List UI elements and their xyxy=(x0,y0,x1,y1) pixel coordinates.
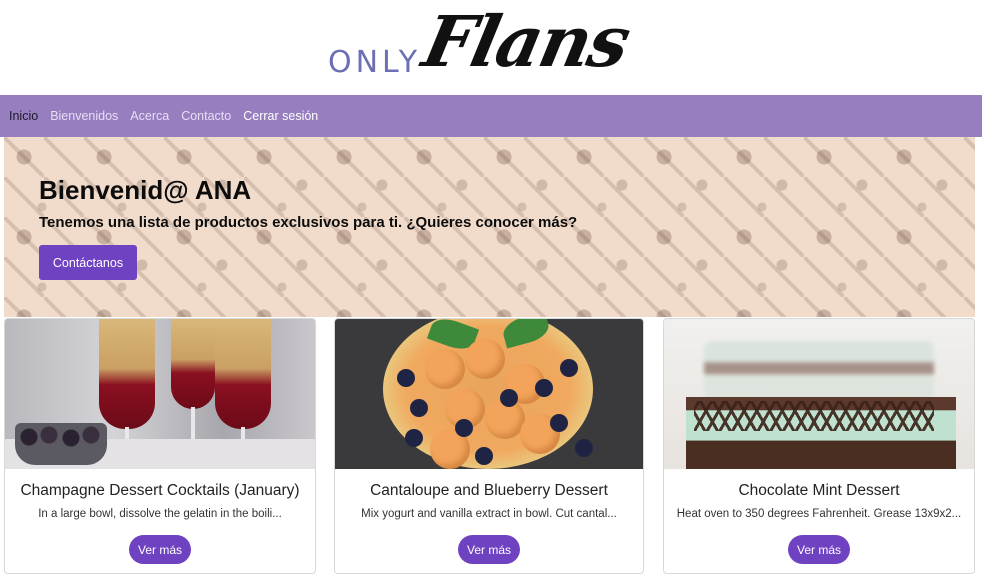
nav-bienvenidos[interactable]: Bienvenidos xyxy=(50,109,118,123)
ver-mas-button[interactable]: Ver más xyxy=(129,535,191,564)
logo-flans-text: Flans xyxy=(416,0,636,83)
product-card: Chocolate Mint Dessert Heat oven to 350 … xyxy=(663,318,975,574)
card-title: Cantaloupe and Blueberry Dessert xyxy=(370,482,608,499)
ver-mas-button[interactable]: Ver más xyxy=(788,535,850,564)
hero-subtitle: Tenemos una lista de productos exclusivo… xyxy=(39,214,578,231)
navbar: Inicio Bienvenidos Acerca Contacto Cerra… xyxy=(0,95,982,137)
nav-acerca[interactable]: Acerca xyxy=(130,109,169,123)
card-text: In a large bowl, dissolve the gelatin in… xyxy=(38,508,282,520)
product-card: Cantaloupe and Blueberry Dessert Mix yog… xyxy=(334,318,644,574)
chocolate-mint-image xyxy=(664,319,974,469)
hero-title: Bienvenid@ ANA xyxy=(39,175,252,205)
hero-banner: Bienvenid@ ANA Tenemos una lista de prod… xyxy=(4,137,975,317)
cantaloupe-dessert-image xyxy=(335,319,643,469)
nav-contacto[interactable]: Contacto xyxy=(181,109,231,123)
card-title: Champagne Dessert Cocktails (January) xyxy=(20,482,300,499)
logo-only-text: ONLY xyxy=(328,45,422,80)
champagne-dessert-image xyxy=(5,319,315,469)
ver-mas-button[interactable]: Ver más xyxy=(458,535,520,564)
contact-button[interactable]: Contáctanos xyxy=(39,245,137,280)
nav-cerrar-sesion[interactable]: Cerrar sesión xyxy=(243,109,318,123)
nav-inicio[interactable]: Inicio xyxy=(9,109,38,123)
card-text: Heat oven to 350 degrees Fahrenheit. Gre… xyxy=(676,508,962,520)
brand-logo: ONLY Flans xyxy=(0,0,982,95)
product-card: Champagne Dessert Cocktails (January) In… xyxy=(4,318,316,574)
card-text: Mix yogurt and vanilla extract in bowl. … xyxy=(361,508,617,520)
card-title: Chocolate Mint Dessert xyxy=(738,482,900,499)
